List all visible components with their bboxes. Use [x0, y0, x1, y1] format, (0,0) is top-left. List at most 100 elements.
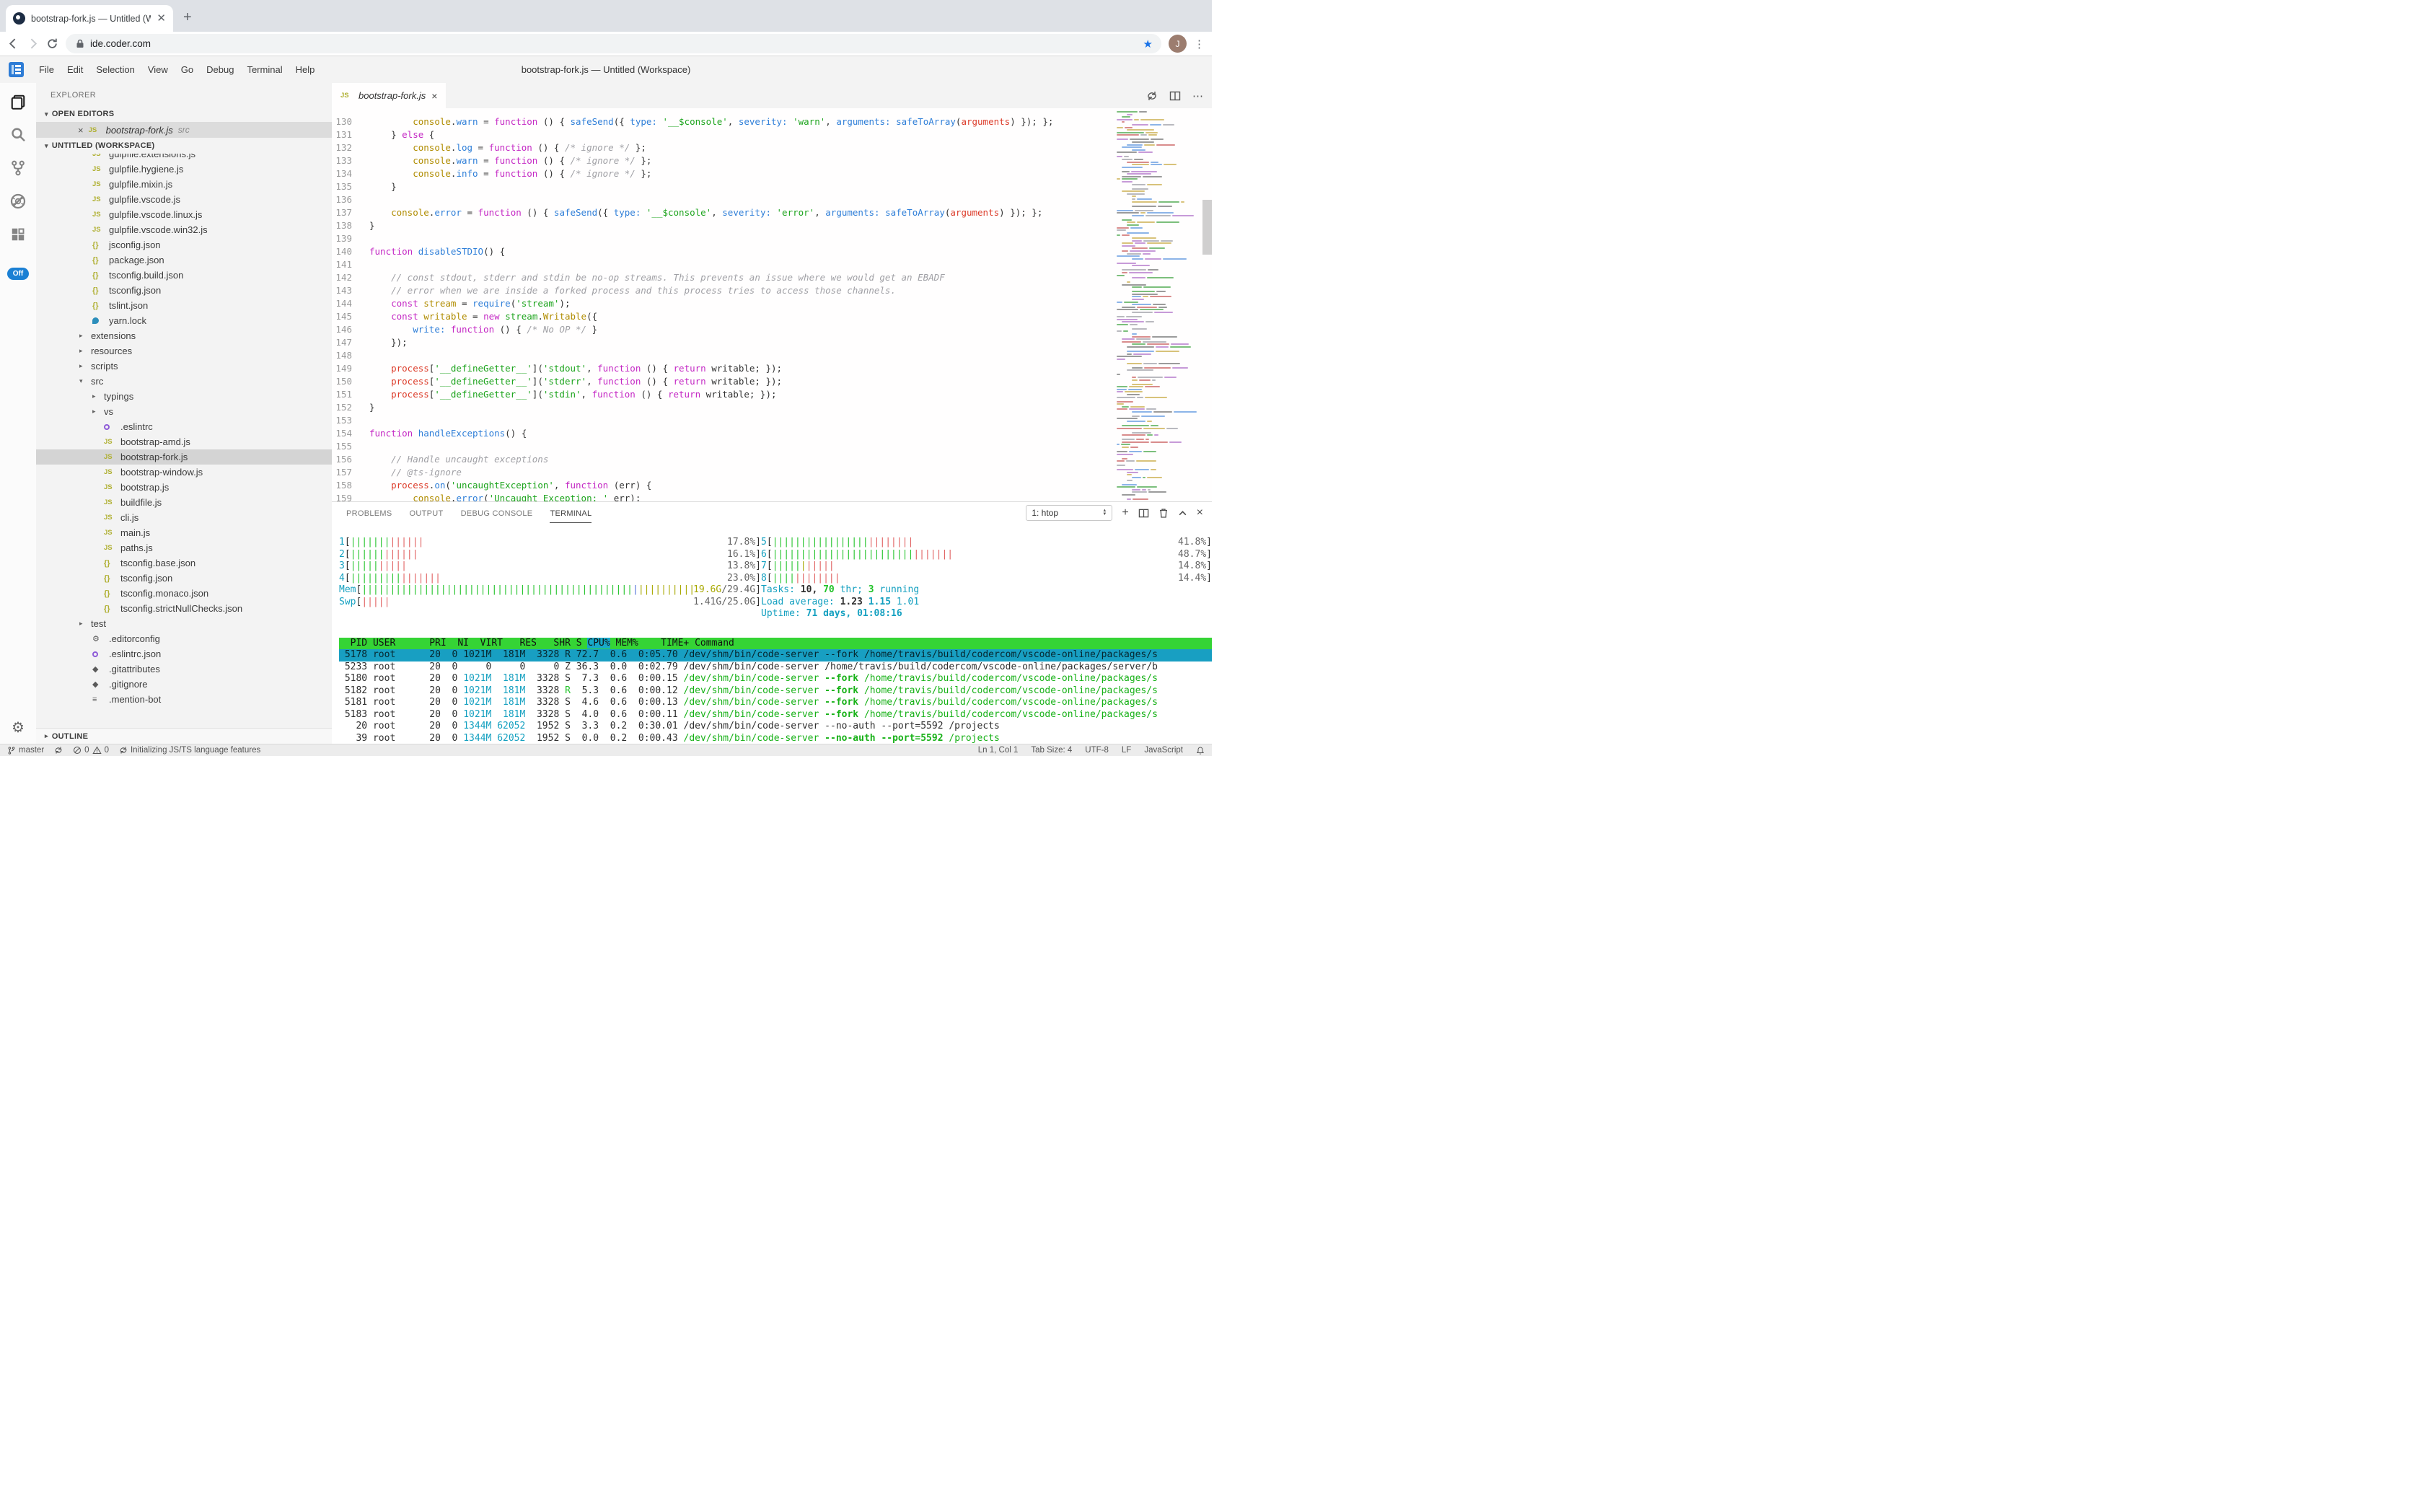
git-branch-status[interactable]: master — [7, 746, 44, 755]
htop-process-row[interactable]: 5178 root 20 0 1021M 181M 3328 R 72.7 0.… — [339, 649, 1212, 662]
htop-process-row[interactable]: 5233 root 20 0 0 0 0 Z 36.3 0.0 0:02.79 … — [339, 662, 1212, 674]
menu-view[interactable]: View — [141, 64, 175, 75]
code-editor[interactable]: 1301311321331341351361371381391401411421… — [332, 108, 1212, 501]
terminal-select[interactable]: 1: htop ▲▼ — [1026, 505, 1112, 521]
bookmark-star-icon[interactable]: ★ — [1143, 38, 1157, 50]
tree-item[interactable]: {}tsconfig.base.json — [36, 555, 332, 571]
bell-icon[interactable] — [1196, 746, 1205, 755]
htop-process-row[interactable]: 5182 root 20 0 1021M 181M 3328 R 5.3 0.6… — [339, 685, 1212, 698]
tree-item[interactable]: JSgulpfile.mixin.js — [36, 177, 332, 192]
tree-item[interactable]: {}tsconfig.json — [36, 283, 332, 298]
kill-terminal-icon[interactable] — [1158, 508, 1169, 519]
tree-item[interactable]: ▸test — [36, 616, 332, 631]
code-line[interactable] — [369, 440, 1212, 453]
code-line[interactable]: const stream = require('stream'); — [369, 297, 1212, 310]
code-line[interactable] — [369, 232, 1212, 245]
code-line[interactable] — [369, 258, 1212, 271]
menu-debug[interactable]: Debug — [200, 64, 240, 75]
language-init-status[interactable]: Initializing JS/TS language features — [119, 746, 260, 755]
outline-header[interactable]: ▸ OUTLINE — [36, 728, 332, 744]
new-tab-button[interactable]: + — [183, 9, 192, 26]
htop-process-row[interactable]: 5180 root 20 0 1021M 181M 3328 S 7.3 0.6… — [339, 673, 1212, 685]
settings-gear-icon[interactable]: ⚙ — [12, 718, 25, 737]
problems-status[interactable]: 0 0 — [73, 746, 109, 755]
close-panel-icon[interactable]: × — [1197, 507, 1203, 519]
tree-item[interactable]: {}tsconfig.build.json — [36, 268, 332, 283]
code-line[interactable]: write: function () { /* No OP */ } — [369, 323, 1212, 336]
forward-icon[interactable] — [27, 38, 39, 50]
menu-help[interactable]: Help — [289, 64, 322, 75]
maximize-panel-icon[interactable] — [1178, 509, 1187, 518]
tree-item[interactable]: ◆.gitattributes — [36, 662, 332, 677]
tree-item[interactable]: {}tsconfig.strictNullChecks.json — [36, 601, 332, 616]
tree-item[interactable]: ▸typings — [36, 389, 332, 404]
code-line[interactable]: }); — [369, 336, 1212, 349]
htop-table-header[interactable]: PID USER PRI NI VIRT RES SHR S CPU% MEM%… — [339, 638, 1212, 650]
tree-item[interactable]: JSpaths.js — [36, 540, 332, 555]
code-line[interactable]: const writable = new stream.Writable({ — [369, 310, 1212, 323]
tree-item[interactable]: JSbuildfile.js — [36, 495, 332, 510]
off-toggle-badge[interactable]: Off — [7, 268, 29, 280]
tree-item[interactable]: {}tsconfig.monaco.json — [36, 586, 332, 601]
htop-process-row[interactable]: 5181 root 20 0 1021M 181M 3328 S 4.6 0.6… — [339, 697, 1212, 709]
code-line[interactable]: console.warn = function () { safeSend({ … — [369, 115, 1212, 128]
tree-item[interactable]: ▸resources — [36, 343, 332, 359]
tree-item[interactable]: ▸scripts — [36, 359, 332, 374]
code-line[interactable]: // @ts-ignore — [369, 466, 1212, 479]
code-line[interactable] — [369, 349, 1212, 362]
refresh-icon[interactable] — [46, 38, 58, 50]
extensions-icon[interactable] — [9, 226, 27, 243]
code-line[interactable]: } — [369, 219, 1212, 232]
search-icon[interactable] — [9, 126, 27, 144]
sync-changes-icon[interactable] — [1146, 90, 1158, 102]
tree-item[interactable]: ⚙.editorconfig — [36, 631, 332, 646]
more-actions-icon[interactable]: ⋯ — [1192, 89, 1203, 102]
sync-status[interactable] — [54, 746, 63, 755]
avatar[interactable]: J — [1169, 35, 1187, 53]
tree-item[interactable]: JSbootstrap.js — [36, 480, 332, 495]
tree-item[interactable]: .eslintrc.json — [36, 646, 332, 662]
eol[interactable]: LF — [1122, 746, 1131, 755]
minimap[interactable] — [1117, 111, 1202, 501]
tab-output[interactable]: OUTPUT — [410, 504, 444, 522]
tree-item[interactable]: {}jsconfig.json — [36, 237, 332, 252]
code-line[interactable]: console.log = function () { /* ignore */… — [369, 141, 1212, 154]
terminal-output[interactable]: 1[|||||||||||||17.8%]2[||||||||||||16.1%… — [332, 524, 1212, 744]
code-line[interactable]: process.on('uncaughtException', function… — [369, 479, 1212, 492]
code-line[interactable]: // Handle uncaught exceptions — [369, 453, 1212, 466]
tree-item[interactable]: {}package.json — [36, 252, 332, 268]
menu-file[interactable]: File — [32, 64, 61, 75]
tree-item[interactable]: JSbootstrap-amd.js — [36, 434, 332, 449]
open-editors-header[interactable]: ▾ OPEN EDITORS — [36, 106, 332, 122]
source-control-icon[interactable] — [9, 159, 27, 177]
code-line[interactable]: console.error('Uncaught Exception: ' err… — [369, 492, 1212, 501]
htop-process-row[interactable]: 39 root 20 0 1344M 62052 1952 S 0.0 0.2 … — [339, 733, 1212, 744]
menu-terminal[interactable]: Terminal — [240, 64, 289, 75]
explorer-icon[interactable] — [9, 93, 27, 110]
code-content[interactable]: console.warn = function () { safeSend({ … — [369, 108, 1212, 501]
split-editor-icon[interactable] — [1169, 90, 1181, 102]
language-mode[interactable]: JavaScript — [1144, 746, 1183, 755]
code-line[interactable]: function handleExceptions() { — [369, 427, 1212, 440]
tree-item[interactable]: ≡.mention-bot — [36, 692, 332, 707]
tree-item[interactable]: {}tslint.json — [36, 298, 332, 313]
menu-edit[interactable]: Edit — [61, 64, 89, 75]
tree-item[interactable]: ▸vs — [36, 404, 332, 419]
new-terminal-icon[interactable]: + — [1122, 507, 1128, 519]
tree-item[interactable]: JScli.js — [36, 510, 332, 525]
tree-item[interactable]: JSgulpfile.vscode.js — [36, 192, 332, 207]
encoding[interactable]: UTF-8 — [1085, 746, 1109, 755]
tree-item[interactable]: yarn.lock — [36, 313, 332, 328]
tree-item[interactable]: JSgulpfile.vscode.linux.js — [36, 207, 332, 222]
tree-item[interactable]: ▸extensions — [36, 328, 332, 343]
tree-item[interactable]: ◆.gitignore — [36, 677, 332, 692]
htop-process-row[interactable]: 20 root 20 0 1344M 62052 1952 S 3.3 0.2 … — [339, 721, 1212, 733]
tree-item[interactable]: JSgulpfile.extensions.js — [36, 154, 332, 162]
tree-item[interactable]: JSbootstrap-fork.js — [36, 449, 332, 465]
editor-tab[interactable]: JS bootstrap-fork.js × — [332, 83, 446, 108]
editor-scrollbar[interactable] — [1202, 200, 1212, 255]
code-line[interactable]: process['__defineGetter__']('stdin', fun… — [369, 388, 1212, 401]
tab-terminal[interactable]: TERMINAL — [550, 504, 592, 523]
code-line[interactable]: } — [369, 401, 1212, 414]
browser-tab[interactable]: bootstrap-fork.js — Untitled (W ✕ — [6, 5, 173, 32]
